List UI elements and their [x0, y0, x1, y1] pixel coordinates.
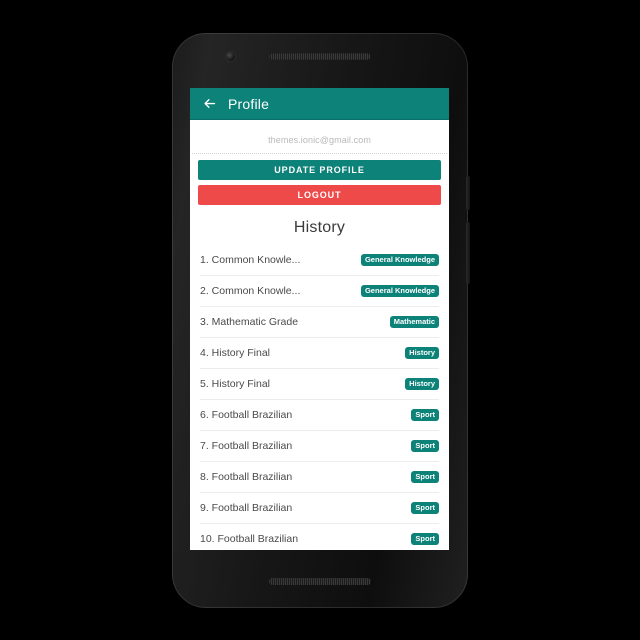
- phone-screen: Profile themes.ionic@gmail.com UPDATE PR…: [190, 88, 449, 550]
- action-buttons: UPDATE PROFILE LOGOUT: [190, 154, 449, 205]
- category-badge: Sport: [411, 409, 439, 421]
- list-item-label: 9. Football Brazilian: [200, 502, 293, 514]
- category-badge: History: [405, 378, 439, 390]
- list-item[interactable]: 2. Common Knowle... General Knowledge: [200, 276, 439, 307]
- list-item-label: 8. Football Brazilian: [200, 471, 293, 483]
- screenshot-canvas: Profile themes.ionic@gmail.com UPDATE PR…: [0, 0, 640, 640]
- list-item[interactable]: 10. Football Brazilian Sport: [200, 524, 439, 550]
- volume-button[interactable]: [466, 222, 470, 284]
- earpiece-speaker-grille: [269, 53, 371, 60]
- logout-button[interactable]: LOGOUT: [198, 185, 441, 205]
- app-header: Profile: [190, 88, 449, 120]
- list-item[interactable]: 5. History Final History: [200, 369, 439, 400]
- list-item[interactable]: 4. History Final History: [200, 338, 439, 369]
- category-badge: Sport: [411, 471, 439, 483]
- category-badge: Mathematic: [389, 316, 439, 328]
- front-camera-icon: [226, 52, 235, 61]
- list-item-label: 6. Football Brazilian: [200, 409, 293, 421]
- list-item-label: 2. Common Knowle...: [200, 285, 301, 297]
- list-item[interactable]: 1. Common Knowle... General Knowledge: [200, 245, 439, 276]
- page-content: themes.ionic@gmail.com UPDATE PROFILE LO…: [190, 120, 449, 550]
- list-item-label: 3. Mathematic Grade: [200, 316, 299, 328]
- page-title: Profile: [228, 95, 270, 112]
- category-badge: Sport: [411, 440, 439, 452]
- category-badge: General Knowledge: [360, 285, 439, 297]
- category-badge: General Knowledge: [360, 254, 439, 266]
- list-item-label: 4. History Final: [200, 347, 271, 359]
- update-profile-button[interactable]: UPDATE PROFILE: [198, 160, 441, 180]
- power-button[interactable]: [466, 176, 470, 210]
- list-item-label: 7. Football Brazilian: [200, 440, 293, 452]
- list-item[interactable]: 3. Mathematic Grade Mathematic: [200, 307, 439, 338]
- history-heading: History: [293, 219, 346, 236]
- list-item[interactable]: 9. Football Brazilian Sport: [200, 493, 439, 524]
- email-row: themes.ionic@gmail.com: [192, 120, 447, 154]
- list-item[interactable]: 8. Football Brazilian Sport: [200, 462, 439, 493]
- list-item-label: 1. Common Knowle...: [200, 254, 301, 266]
- category-badge: History: [405, 347, 439, 359]
- email-value: themes.ionic@gmail.com: [268, 135, 371, 145]
- list-item-label: 10. Football Brazilian: [200, 533, 299, 545]
- bottom-speaker-grille: [269, 578, 371, 585]
- list-item[interactable]: 6. Football Brazilian Sport: [200, 400, 439, 431]
- list-item[interactable]: 7. Football Brazilian Sport: [200, 431, 439, 462]
- category-badge: Sport: [411, 533, 439, 545]
- back-button[interactable]: [198, 93, 220, 115]
- category-badge: Sport: [411, 502, 439, 514]
- list-item-label: 5. History Final: [200, 378, 271, 390]
- arrow-left-icon: [202, 96, 217, 111]
- history-list: 1. Common Knowle... General Knowledge 2. C…: [190, 245, 449, 550]
